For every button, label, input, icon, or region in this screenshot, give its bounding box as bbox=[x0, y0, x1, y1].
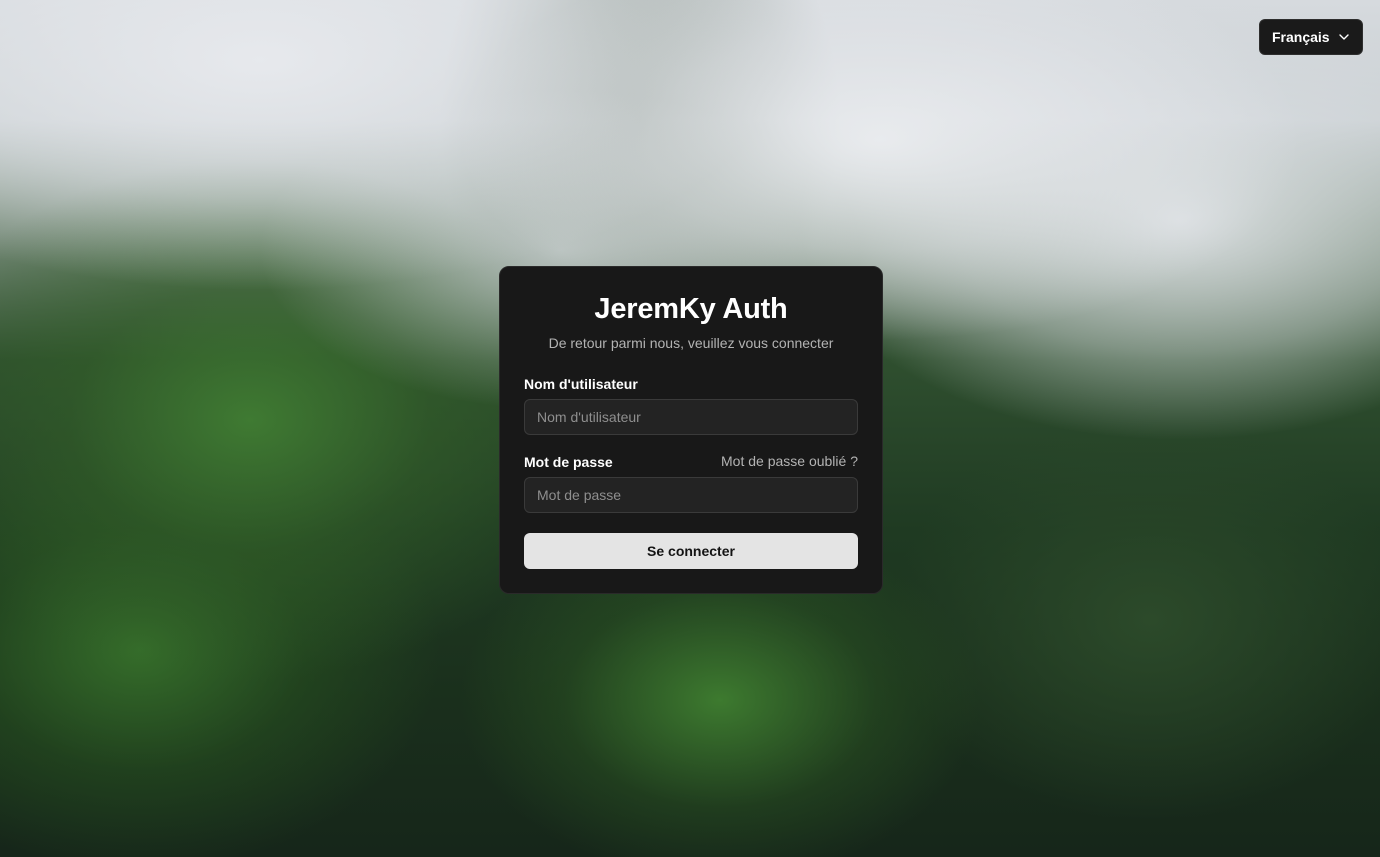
password-input[interactable] bbox=[524, 477, 858, 513]
username-label: Nom d'utilisateur bbox=[524, 376, 638, 392]
chevron-down-icon bbox=[1338, 31, 1350, 43]
login-subtitle: De retour parmi nous, veuillez vous conn… bbox=[548, 335, 834, 351]
username-input[interactable] bbox=[524, 399, 858, 435]
login-button[interactable]: Se connecter bbox=[524, 533, 858, 569]
language-select-value: Français bbox=[1272, 29, 1330, 45]
language-select[interactable]: Français bbox=[1259, 19, 1363, 55]
forest-background: Français JeremKy Auth De retour parmi no… bbox=[0, 0, 1380, 857]
forgot-password-link[interactable]: Mot de passe oublié ? bbox=[721, 453, 858, 469]
password-label: Mot de passe bbox=[524, 454, 613, 470]
app-title: JeremKy Auth bbox=[594, 293, 788, 325]
login-card: JeremKy Auth De retour parmi nous, veuil… bbox=[499, 266, 883, 594]
